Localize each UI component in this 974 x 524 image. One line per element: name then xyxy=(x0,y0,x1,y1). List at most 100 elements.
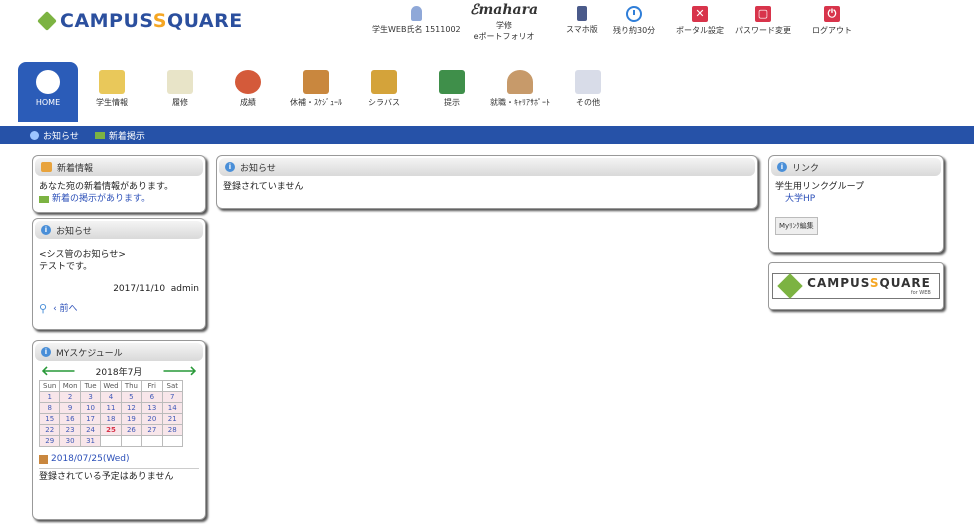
notice-small-panel: i お知らせ <シス管のお知らせ> テストです。 2017/11/10 admi… xyxy=(32,218,206,330)
calendar-day[interactable]: 23 xyxy=(59,424,81,436)
menu-label: 学生情報 xyxy=(96,98,128,107)
calendar-day[interactable]: 12 xyxy=(120,402,143,414)
calendar-day[interactable]: 26 xyxy=(120,424,143,436)
new-board-link[interactable]: 新着の掲示があります。 xyxy=(52,193,150,205)
board-icon xyxy=(39,195,49,203)
menu-syllabus[interactable]: シラバス xyxy=(350,62,418,122)
subnav-notices-label: お知らせ xyxy=(43,131,79,142)
banner-text: CAMPUSSQUARE xyxy=(807,276,931,290)
calendar-day[interactable]: 14 xyxy=(161,402,184,414)
calendar-day[interactable]: 25 xyxy=(100,424,122,436)
calendar-empty-cell xyxy=(161,435,184,447)
campussquare-banner[interactable]: CAMPUSSQUARE for WEB xyxy=(768,262,944,310)
panel-title: お知らせ xyxy=(240,163,276,174)
main-menu: HOME 学生情報 履修 成績 休補・ｽｹｼﾞｭｰﾙ シラバス 提示 就職・ｷｬ… xyxy=(18,58,622,122)
notice-main-panel: i お知らせ 登録されていません xyxy=(216,155,758,209)
subnav-notices[interactable]: お知らせ xyxy=(30,129,79,142)
mahara-logo: ℰmahara xyxy=(470,2,539,18)
calendar-day[interactable]: 30 xyxy=(59,435,81,447)
calendar-day[interactable]: 17 xyxy=(79,413,102,425)
panel-title: 新着情報 xyxy=(57,163,94,174)
calendar-day[interactable]: 11 xyxy=(100,402,122,414)
panel-body: 登録されていません xyxy=(217,178,757,196)
mahara-link[interactable]: ℰmahara 学修 eポートフォリオ xyxy=(470,2,538,42)
calendar-day[interactable]: 9 xyxy=(59,402,81,414)
smartphone-link[interactable]: スマホ版 xyxy=(566,6,598,35)
calendar-day[interactable]: 3 xyxy=(79,391,102,403)
calendar-day[interactable]: 31 xyxy=(79,435,102,447)
banner-cube-icon xyxy=(777,273,803,299)
calendar-day[interactable]: 16 xyxy=(59,413,81,425)
magnifier-icon[interactable]: ⚲ xyxy=(39,303,47,315)
calendar-day[interactable]: 27 xyxy=(141,424,163,436)
calendar-day[interactable]: 18 xyxy=(100,413,122,425)
power-icon: ⏻ xyxy=(824,6,840,22)
career-icon xyxy=(507,70,533,94)
calendar-day[interactable]: 19 xyxy=(120,413,143,425)
weekday-header: Sun xyxy=(38,380,61,392)
board-icon xyxy=(94,131,105,139)
panel-header: i お知らせ xyxy=(219,158,755,176)
student-info-icon xyxy=(99,70,125,94)
password-change-label: パスワード変更 xyxy=(735,26,791,35)
panel-title: MYスケジュール xyxy=(56,348,123,359)
menu-home[interactable]: HOME xyxy=(18,62,78,122)
subnav-new-board-label: 新着掲示 xyxy=(108,131,145,142)
menu-other[interactable]: その他 xyxy=(554,62,622,122)
prev-link[interactable]: ‹ 前へ xyxy=(53,303,77,315)
menu-career[interactable]: 就職・ｷｬﾘｱｻﾎﾟｰﾄ xyxy=(486,62,554,122)
subnav-new-board[interactable]: 新着掲示 xyxy=(94,129,145,142)
panel-body: <シス管のお知らせ> テストです。 2017/11/10 admin ⚲ ‹ 前… xyxy=(33,241,205,318)
next-month-arrow-icon[interactable]: 🡒 xyxy=(162,365,197,378)
calendar-day[interactable]: 5 xyxy=(120,391,143,403)
menu-cancellation[interactable]: 休補・ｽｹｼﾞｭｰﾙ xyxy=(282,62,350,122)
info-icon: i xyxy=(777,162,787,172)
mahara-sub-label: eポートフォリオ xyxy=(473,32,535,41)
calendar-week-row: 29 30 31 xyxy=(38,435,184,447)
notice-empty-message: 登録されていません xyxy=(223,182,304,192)
calendar-day[interactable]: 22 xyxy=(38,424,61,436)
calendar-day[interactable]: 4 xyxy=(100,391,122,403)
calendar-day[interactable]: 8 xyxy=(38,402,61,414)
calendar-day[interactable]: 10 xyxy=(79,402,102,414)
panel-header: 新着情報 xyxy=(35,158,203,176)
mylink-edit-button[interactable]: Myﾘﾝｸ編集 xyxy=(775,217,818,235)
weekday-header: Tue xyxy=(79,380,102,392)
student-info-link[interactable]: 学生WEB氏名 1511002 xyxy=(372,6,461,35)
calendar-month: 2018年7月 xyxy=(95,368,143,378)
portal-settings-link[interactable]: ✕ ポータル設定 xyxy=(676,6,724,36)
new-info-panel: 新着情報 あなた宛の新着情報があります。 新着の掲示があります。 xyxy=(32,155,206,213)
menu-label: 提示 xyxy=(444,98,460,107)
calendar-day[interactable]: 28 xyxy=(161,424,184,436)
new-info-message: あなた宛の新着情報があります。 xyxy=(39,182,174,192)
calendar-day[interactable]: 24 xyxy=(79,424,102,436)
calendar-day[interactable]: 29 xyxy=(38,435,61,447)
calendar-day[interactable]: 6 xyxy=(141,391,163,403)
calendar-day[interactable]: 20 xyxy=(141,413,163,425)
notice-meta: 2017/11/10 admin xyxy=(39,283,199,295)
menu-registration[interactable]: 履修 xyxy=(146,62,214,122)
logout-link[interactable]: ⏻ ログアウト xyxy=(812,6,852,36)
menu-label: 成績 xyxy=(240,98,256,107)
smartphone-icon xyxy=(576,6,587,21)
calendar-day[interactable]: 2 xyxy=(59,391,81,403)
password-change-link[interactable]: ▢ パスワード変更 xyxy=(735,6,791,36)
calendar-nav: 🡐 2018年7月 🡒 xyxy=(33,363,205,380)
menu-grades[interactable]: 成績 xyxy=(214,62,282,122)
weekday-header: Sat xyxy=(161,380,184,392)
calendar-day[interactable]: 21 xyxy=(161,413,184,425)
menu-submission[interactable]: 提示 xyxy=(418,62,486,122)
sub-navigation: お知らせ 新着掲示 xyxy=(0,126,974,144)
selected-date-link[interactable]: 2018/07/25(Wed) xyxy=(51,453,130,465)
university-hp-link[interactable]: 大学HP xyxy=(785,194,815,204)
prev-month-arrow-icon[interactable]: 🡐 xyxy=(41,365,76,378)
top-links: 学生WEB氏名 1511002 ℰmahara 学修 eポートフォリオ スマホ版… xyxy=(0,2,974,46)
links-panel: i リンク 学生用リンクグループ 大学HP Myﾘﾝｸ編集 xyxy=(768,155,944,253)
calendar-day[interactable]: 7 xyxy=(161,391,184,403)
calendar-day[interactable]: 13 xyxy=(141,402,163,414)
calendar-week-row: 8 9 10 11 12 13 14 xyxy=(38,402,184,414)
calendar-day[interactable]: 15 xyxy=(38,413,61,425)
cancellation-icon xyxy=(303,70,329,94)
menu-student-info[interactable]: 学生情報 xyxy=(78,62,146,122)
calendar-day[interactable]: 1 xyxy=(38,391,61,403)
